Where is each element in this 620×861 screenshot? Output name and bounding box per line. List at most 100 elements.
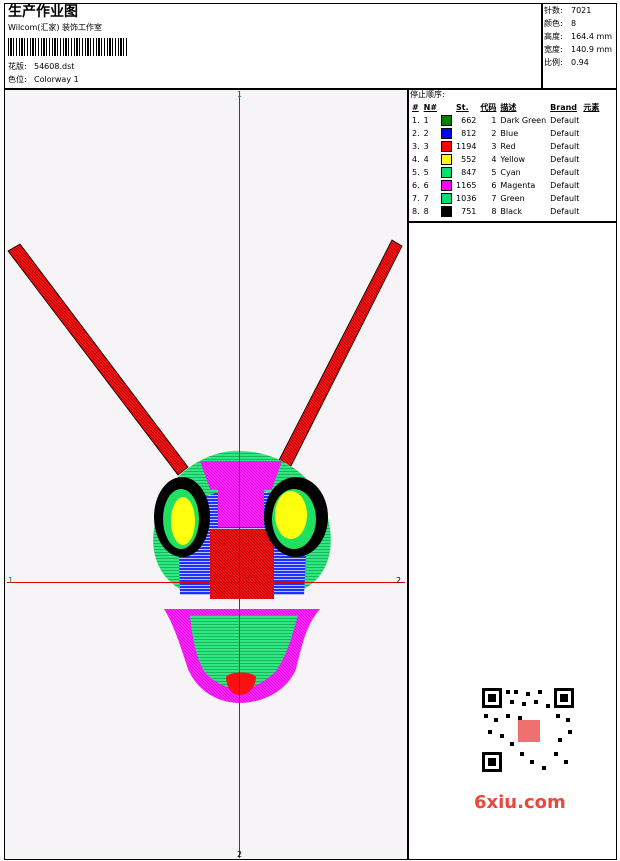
crosshair-horizontal bbox=[7, 582, 405, 583]
row-needle: 3 bbox=[423, 142, 429, 151]
row-index: 3. bbox=[412, 142, 420, 151]
height-value: 164.4 mm bbox=[571, 32, 613, 41]
row-swatch bbox=[439, 140, 454, 153]
color-swatch bbox=[441, 128, 453, 139]
thread-row: 5. 5 847 5 Cyan Default bbox=[410, 166, 601, 179]
row-swatch bbox=[439, 192, 454, 205]
row-element bbox=[581, 179, 601, 192]
row-stitches: 1194 bbox=[456, 142, 477, 151]
row-index: 7. bbox=[412, 194, 420, 203]
row-description: Cyan bbox=[500, 168, 521, 177]
thread-table: # N# St. 代码 描述 Brand 元素 1. 1 662 1 Dark Gree… bbox=[410, 101, 601, 218]
qr-watermark bbox=[470, 682, 586, 778]
colorway-label: 色位: bbox=[8, 75, 27, 84]
col-swatch bbox=[439, 101, 454, 114]
color-swatch bbox=[441, 141, 453, 152]
design-label: 花版: bbox=[8, 62, 27, 71]
embroidery-design bbox=[7, 239, 403, 703]
thread-row: 2. 2 812 2 Blue Default bbox=[410, 127, 601, 140]
thread-row: 4. 4 552 4 Yellow Default bbox=[410, 153, 601, 166]
thread-row: 7. 7 1036 7 Green Default bbox=[410, 192, 601, 205]
studio-name: Wilcom(汇家) 装饰工作室 bbox=[8, 23, 103, 32]
row-swatch bbox=[439, 166, 454, 179]
row-stitches: 1165 bbox=[456, 181, 477, 190]
thread-row: 3. 3 1194 3 Red Default bbox=[410, 140, 601, 153]
crosshair-top-label: 1 bbox=[237, 90, 243, 99]
width-value: 140.9 mm bbox=[571, 45, 613, 54]
row-brand: Default bbox=[550, 116, 580, 125]
row-code: 8 bbox=[491, 207, 497, 216]
row-element bbox=[581, 140, 601, 153]
row-description: Magenta bbox=[500, 181, 536, 190]
row-index: 5. bbox=[412, 168, 420, 177]
seal-icon bbox=[518, 720, 540, 742]
row-swatch bbox=[439, 153, 454, 166]
crosshair-right-label: 2 bbox=[396, 576, 402, 585]
row-needle: 5 bbox=[423, 168, 429, 177]
col-element: 元素 bbox=[583, 103, 600, 112]
row-element bbox=[581, 166, 601, 179]
row-needle: 7 bbox=[423, 194, 429, 203]
row-stitches: 812 bbox=[461, 129, 477, 138]
row-description: Green bbox=[500, 194, 525, 203]
color-swatch bbox=[441, 180, 453, 191]
row-index: 8. bbox=[412, 207, 420, 216]
colorway-value: Colorway 1 bbox=[34, 75, 79, 84]
col-stitches: St. bbox=[456, 103, 469, 112]
col-needle: N# bbox=[423, 103, 438, 112]
stitches-value: 7021 bbox=[571, 6, 592, 15]
row-element bbox=[581, 114, 601, 127]
row-stitches: 662 bbox=[461, 116, 477, 125]
row-brand: Default bbox=[550, 181, 580, 190]
thread-table-header: # N# St. 代码 描述 Brand 元素 bbox=[410, 101, 601, 114]
watermark-text: 6xiu.com bbox=[474, 792, 566, 813]
row-needle: 4 bbox=[423, 155, 429, 164]
row-needle: 8 bbox=[423, 207, 429, 216]
row-stitches: 552 bbox=[461, 155, 477, 164]
row-index: 4. bbox=[412, 155, 420, 164]
color-swatch bbox=[441, 115, 453, 126]
row-description: Red bbox=[500, 142, 516, 151]
colors-label: 颜色: bbox=[544, 19, 563, 28]
color-swatch bbox=[441, 154, 453, 165]
row-brand: Default bbox=[550, 194, 580, 203]
row-index: 6. bbox=[412, 181, 420, 190]
row-brand: Default bbox=[550, 168, 580, 177]
row-stitches: 751 bbox=[461, 207, 477, 216]
col-brand: Brand bbox=[550, 103, 578, 112]
row-index: 2. bbox=[412, 129, 420, 138]
page-title: 生产作业图 bbox=[8, 4, 78, 20]
height-label: 高度: bbox=[544, 32, 563, 41]
scale-value: 0.94 bbox=[571, 58, 589, 67]
row-element bbox=[581, 192, 601, 205]
row-needle: 6 bbox=[423, 181, 429, 190]
crosshair-bottom-label: 2 bbox=[237, 850, 243, 859]
sequence-title: 停止顺序: bbox=[410, 90, 445, 99]
width-label: 宽度: bbox=[544, 45, 563, 54]
thread-row: 1. 1 662 1 Dark Green Default bbox=[410, 114, 601, 127]
barcode bbox=[8, 38, 128, 56]
row-element bbox=[581, 153, 601, 166]
row-stitches: 847 bbox=[461, 168, 477, 177]
scale-label: 比例: bbox=[544, 58, 563, 67]
row-needle: 1 bbox=[423, 116, 429, 125]
thread-row: 8. 8 751 8 Black Default bbox=[410, 205, 601, 218]
row-swatch bbox=[439, 205, 454, 218]
row-brand: Default bbox=[550, 207, 580, 216]
row-code: 2 bbox=[491, 129, 497, 138]
row-code: 7 bbox=[491, 194, 497, 203]
row-swatch bbox=[439, 127, 454, 140]
colors-value: 8 bbox=[571, 19, 577, 28]
design-value: 54608.dst bbox=[34, 62, 75, 71]
row-code: 4 bbox=[491, 155, 497, 164]
row-description: Yellow bbox=[500, 155, 526, 164]
col-description: 描述 bbox=[500, 103, 517, 112]
col-code: 代码 bbox=[480, 103, 497, 112]
row-brand: Default bbox=[550, 129, 580, 138]
row-stitches: 1036 bbox=[456, 194, 477, 203]
thread-row: 6. 6 1165 6 Magenta Default bbox=[410, 179, 601, 192]
row-code: 6 bbox=[491, 181, 497, 190]
color-swatch bbox=[441, 206, 453, 217]
row-element bbox=[581, 127, 601, 140]
row-description: Black bbox=[500, 207, 523, 216]
